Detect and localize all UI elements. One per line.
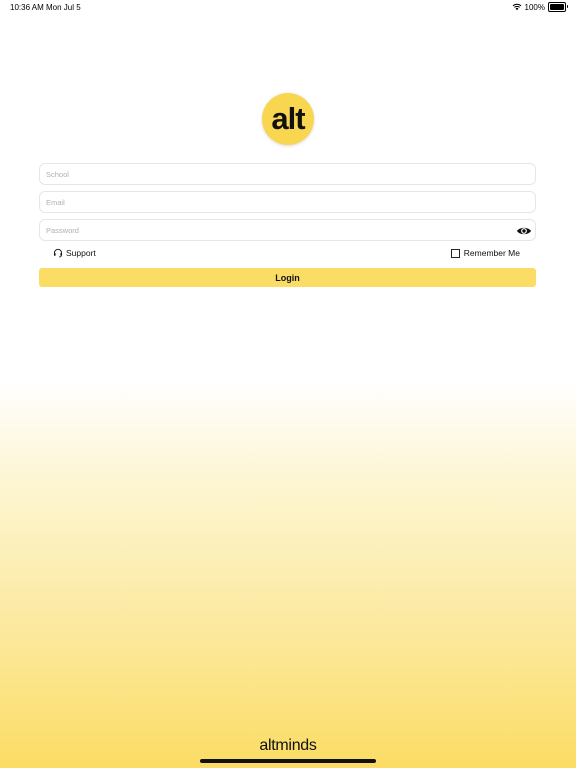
login-button[interactable]: Login	[39, 268, 536, 287]
password-input[interactable]	[40, 220, 535, 241]
battery-fill	[550, 4, 564, 10]
battery-icon	[548, 2, 568, 12]
support-label: Support	[66, 248, 96, 258]
remember-me-label: Remember Me	[463, 248, 520, 258]
brand-logo: altminds	[259, 737, 317, 754]
password-field[interactable]	[39, 219, 536, 241]
home-indicator[interactable]	[200, 759, 376, 763]
app-logo: alt	[262, 93, 314, 145]
status-right: 100%	[512, 2, 568, 12]
status-time: 10:36 AM	[10, 3, 44, 12]
headset-icon	[54, 248, 62, 258]
email-input[interactable]	[40, 192, 535, 213]
status-bar: 10:36 AM Mon Jul 5 100%	[0, 0, 576, 16]
battery-percent: 100%	[524, 2, 545, 12]
status-date: Mon Jul 5	[46, 3, 81, 12]
school-field[interactable]	[39, 163, 536, 185]
support-link[interactable]: Support	[53, 248, 96, 258]
school-input[interactable]	[40, 164, 535, 185]
remember-me-checkbox[interactable]	[450, 248, 460, 258]
wifi-icon	[512, 3, 521, 11]
email-field[interactable]	[39, 191, 536, 213]
eye-icon[interactable]	[516, 224, 532, 238]
remember-me[interactable]: Remember Me	[450, 248, 520, 258]
logo-text: alt	[271, 101, 305, 136]
